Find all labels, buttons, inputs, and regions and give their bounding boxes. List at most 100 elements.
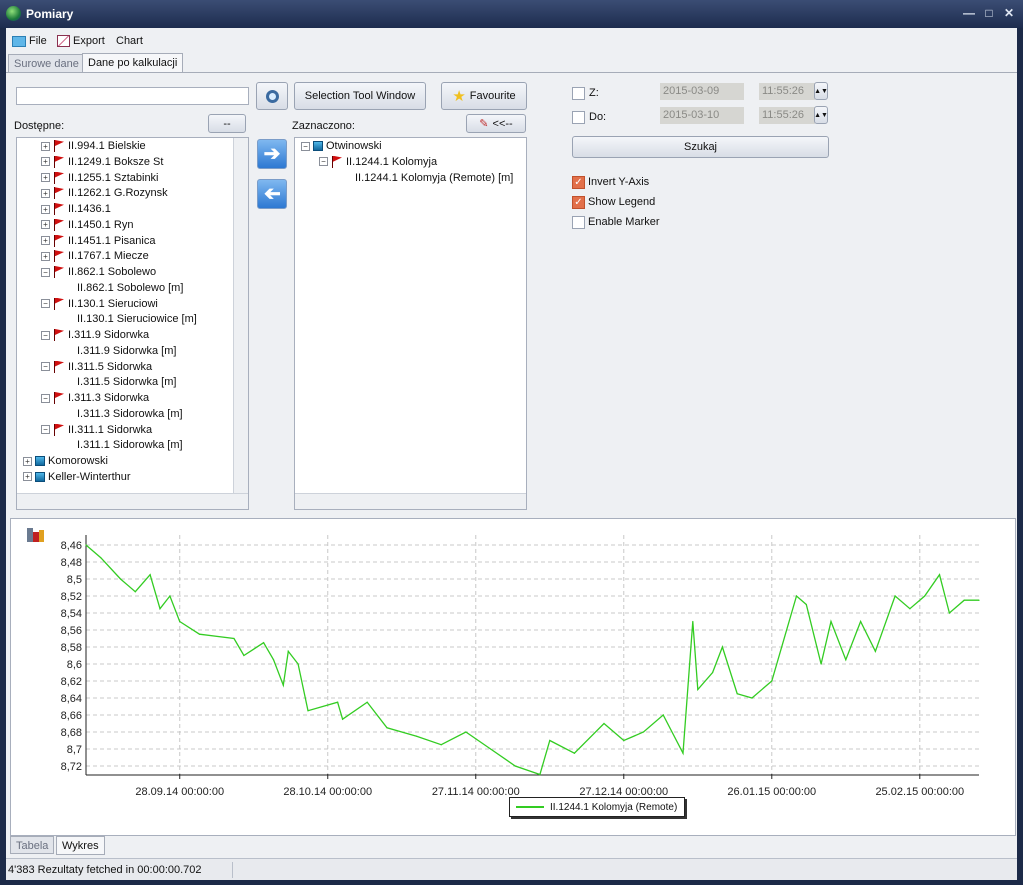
show-legend-checkbox[interactable]: ✓: [572, 196, 585, 209]
favourite-button[interactable]: ★ Favourite: [441, 82, 527, 110]
expand-icon[interactable]: +: [41, 236, 50, 245]
tree-node[interactable]: + II.1255.1 Sztabinki: [41, 171, 159, 184]
tree-node[interactable]: + II.1436.1: [41, 203, 111, 215]
tab-wykres[interactable]: Wykres: [56, 836, 105, 855]
invert-y-axis-checkbox[interactable]: ✓: [572, 176, 585, 189]
expand-icon[interactable]: +: [41, 157, 50, 167]
tree-node[interactable]: + II.1450.1 Ryn: [41, 218, 133, 231]
tree-node[interactable]: + II.1249.1 Boksze St: [41, 155, 163, 168]
search-submit-button[interactable]: Szukaj: [572, 136, 829, 158]
data-point: [805, 603, 807, 606]
menu-file[interactable]: File: [12, 35, 47, 47]
expand-icon[interactable]: +: [41, 220, 50, 230]
tab-surowe-dane[interactable]: Surowe dane: [8, 54, 85, 73]
tree-node[interactable]: + Keller-Winterthur: [23, 471, 131, 483]
group-icon: [35, 456, 45, 466]
tab-dane-po-kalkulacji[interactable]: Dane po kalkulacji: [82, 53, 184, 73]
tree-node[interactable]: − II.130.1 Sieruciowi: [41, 297, 158, 310]
invert-y-axis-label: Invert Y-Axis: [588, 176, 650, 188]
window-title: Pomiary: [26, 7, 74, 21]
data-point: [692, 620, 694, 623]
clear-button[interactable]: --: [208, 114, 246, 133]
data-point: [119, 578, 122, 580]
from-time-spinner[interactable]: ▲▼: [814, 82, 828, 100]
from-label: Z:: [589, 87, 599, 99]
expand-icon[interactable]: +: [23, 456, 32, 466]
collapse-icon[interactable]: −: [319, 157, 328, 167]
selection-tool-window-button[interactable]: Selection Tool Window: [294, 82, 426, 110]
menu-file-label: File: [29, 35, 47, 47]
data-point: [440, 744, 442, 746]
to-date-field[interactable]: 2015-03-10: [660, 107, 744, 124]
tree-node[interactable]: I.311.9 Sidorwka [m]: [77, 345, 176, 357]
enable-marker-checkbox[interactable]: [572, 216, 585, 229]
collapse-icon[interactable]: −: [41, 267, 50, 277]
expand-icon[interactable]: +: [41, 204, 50, 214]
tree-node[interactable]: II.862.1 Sobolewo [m]: [77, 282, 183, 294]
remove-all-label: <<--: [492, 117, 513, 130]
expand-icon[interactable]: +: [41, 251, 50, 261]
tree-node-label: II.1255.1 Sztabinki: [68, 171, 159, 184]
collapse-icon[interactable]: −: [41, 299, 50, 308]
data-point: [386, 727, 388, 729]
collapse-icon[interactable]: −: [41, 393, 50, 403]
available-vertical-scrollbar[interactable]: [233, 138, 248, 494]
expand-icon[interactable]: +: [41, 188, 50, 198]
from-time-field[interactable]: 11:55:26: [759, 83, 815, 100]
x-tick-label: 28.10.14 00:00:00: [283, 786, 372, 798]
tree-node[interactable]: − Otwinowski: [301, 140, 382, 152]
from-date-field[interactable]: 2015-03-09: [660, 83, 744, 100]
from-date-checkbox[interactable]: [572, 87, 585, 100]
y-tick-label: 8,52: [61, 591, 82, 603]
expand-icon[interactable]: +: [23, 472, 32, 482]
tree-node[interactable]: + II.1262.1 G.Rozynsk: [41, 187, 168, 200]
to-date-checkbox[interactable]: [572, 111, 585, 124]
maximize-icon[interactable]: □: [982, 6, 996, 20]
remove-selected-button[interactable]: ➔: [257, 179, 287, 209]
menu-export[interactable]: Export: [57, 35, 105, 47]
search-button[interactable]: [256, 82, 288, 110]
tree-node[interactable]: I.311.5 Sidorwka [m]: [77, 376, 176, 388]
search-input[interactable]: [16, 87, 249, 105]
tree-node[interactable]: − II.311.5 Sidorwka: [41, 360, 152, 373]
collapse-icon[interactable]: −: [41, 330, 50, 340]
tree-node-label: II.1244.1 Kolomyja (Remote) [m]: [355, 171, 514, 184]
collapse-icon[interactable]: −: [301, 141, 310, 151]
to-time-field[interactable]: 11:55:26: [759, 107, 815, 124]
selected-horizontal-scrollbar[interactable]: [295, 493, 526, 509]
tree-node[interactable]: + Komorowski: [23, 455, 108, 467]
collapse-icon[interactable]: −: [41, 362, 50, 371]
data-point: [489, 748, 492, 750]
minimize-icon[interactable]: —: [962, 6, 976, 20]
available-horizontal-scrollbar[interactable]: [17, 493, 248, 509]
expand-icon[interactable]: +: [41, 173, 50, 182]
remove-all-button[interactable]: ✎ <<--: [466, 114, 526, 133]
close-icon[interactable]: ✕: [1002, 6, 1016, 20]
tab-tabela[interactable]: Tabela: [10, 836, 55, 854]
tree-node[interactable]: + II.994.1 Bielskie: [41, 140, 146, 152]
y-tick-label: 8,56: [61, 625, 82, 637]
tree-node[interactable]: I.311.1 Sidorowka [m]: [77, 439, 183, 451]
chart-legend: II.1244.1 Kolomyja (Remote): [509, 797, 685, 817]
tree-node[interactable]: − II.862.1 Sobolewo: [41, 266, 156, 278]
to-time-spinner[interactable]: ▲▼: [814, 106, 828, 124]
tree-node[interactable]: − I.311.3 Sidorwka: [41, 392, 149, 404]
tree-node[interactable]: I.311.3 Sidorowka [m]: [77, 408, 183, 420]
tree-node[interactable]: − I.311.9 Sidorwka: [41, 329, 149, 341]
status-bar: 4'383 Rezultaty fetched in 00:00:00.702: [6, 858, 1017, 880]
add-selected-button[interactable]: ➔: [257, 139, 287, 169]
collapse-icon[interactable]: −: [41, 425, 50, 434]
tree-node[interactable]: + II.1767.1 Miecze: [41, 250, 149, 263]
tree-node[interactable]: II.1244.1 Kolomyja (Remote) [m]: [355, 172, 513, 184]
tree-node[interactable]: + II.1451.1 Pisanica: [41, 234, 155, 247]
tree-node[interactable]: − II.311.1 Sidorwka: [41, 423, 152, 436]
data-point: [366, 701, 368, 703]
menu-chart[interactable]: Chart: [116, 35, 143, 47]
tree-node-label: II.1436.1: [68, 203, 111, 215]
tree-node[interactable]: II.130.1 Sieruciowice [m]: [77, 313, 197, 325]
data-point: [465, 731, 467, 733]
selected-tree[interactable]: − Otwinowski − II.1244.1 Kolomyja II.1244.1 …: [294, 137, 527, 510]
available-tree[interactable]: + II.994.1 Bielskie + II.1249.1 Boksze St + I…: [16, 137, 249, 510]
tree-node[interactable]: − II.1244.1 Kolomyja: [319, 155, 437, 168]
expand-icon[interactable]: +: [41, 141, 50, 151]
